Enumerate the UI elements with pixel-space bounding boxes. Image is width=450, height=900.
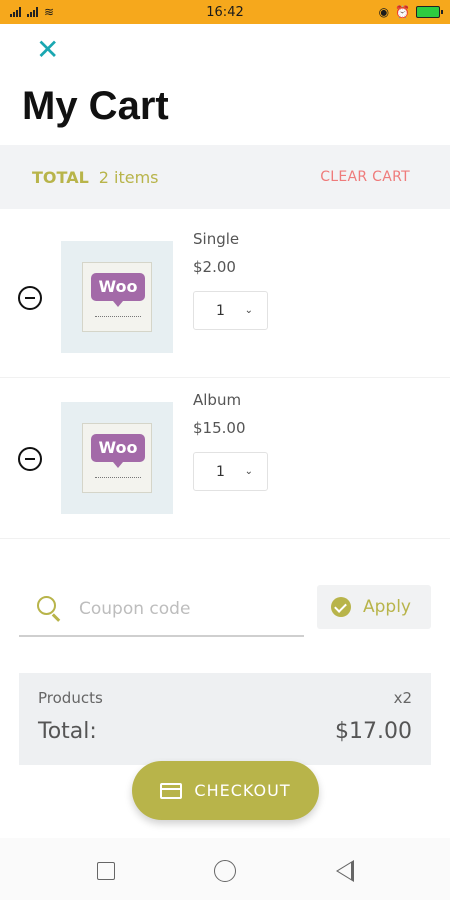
- woo-logo-image: Woo: [82, 262, 152, 332]
- total-label: Total:: [38, 719, 97, 744]
- status-right: ◉ ⏰: [378, 5, 443, 19]
- quantity-value: 1: [216, 463, 225, 480]
- recent-apps-icon[interactable]: [97, 862, 115, 880]
- quantity-value: 1: [216, 302, 225, 319]
- location-icon: ◉: [378, 5, 390, 19]
- total-label: TOTAL: [32, 167, 89, 187]
- woo-logo: Woo: [91, 434, 145, 468]
- items-count: 2 items: [98, 167, 159, 187]
- coupon-placeholder: Coupon code: [79, 599, 191, 619]
- product-thumbnail: Woo: [61, 402, 173, 514]
- status-left: ≋: [10, 5, 54, 19]
- page-title: My Cart: [22, 84, 169, 128]
- total-value: $17.00: [335, 719, 412, 744]
- products-count: x2: [393, 689, 412, 707]
- chevron-down-icon: ⌄: [244, 466, 253, 477]
- remove-item-icon[interactable]: [18, 286, 42, 310]
- clear-cart-button[interactable]: CLEAR CART: [320, 169, 410, 185]
- checkout-label: CHECKOUT: [194, 781, 291, 800]
- item-price: $2.00: [193, 258, 236, 276]
- signal-icon: [10, 7, 21, 17]
- back-icon[interactable]: [336, 860, 354, 882]
- woo-logo: Woo: [91, 273, 145, 307]
- signal-icon-2: [27, 7, 38, 17]
- search-icon: [37, 596, 63, 622]
- battery-icon: [416, 6, 443, 18]
- item-name: Single: [193, 230, 240, 248]
- cart-item: Woo Single $2.00 1 ⌄: [0, 216, 450, 378]
- product-thumbnail: Woo: [61, 241, 173, 353]
- quantity-select[interactable]: 1 ⌄: [193, 452, 268, 491]
- quantity-select[interactable]: 1 ⌄: [193, 291, 268, 330]
- verified-badge-icon: [331, 597, 351, 617]
- cart-item: Woo Album $15.00 1 ⌄: [0, 377, 450, 539]
- credit-card-icon: [160, 782, 183, 799]
- checkout-button[interactable]: CHECKOUT: [132, 761, 319, 820]
- order-summary: Products x2 Total: $17.00: [19, 673, 431, 765]
- woo-logo-image: Woo: [82, 423, 152, 493]
- products-row: Products x2: [38, 689, 412, 707]
- cart-total-bar: TOTAL 2 items CLEAR CART: [0, 145, 450, 209]
- chevron-down-icon: ⌄: [244, 305, 253, 316]
- item-name: Album: [193, 391, 242, 409]
- signature-line: [95, 477, 141, 478]
- alarm-icon: ⏰: [395, 5, 410, 19]
- total-row: Total: $17.00: [38, 719, 412, 744]
- apply-coupon-button[interactable]: Apply: [317, 585, 431, 629]
- coupon-row: Coupon code Apply: [19, 583, 431, 639]
- status-bar: ≋ 16:42 ◉ ⏰: [0, 0, 450, 24]
- apply-label: Apply: [363, 597, 411, 617]
- signature-line: [95, 316, 141, 317]
- system-nav-bar: [0, 838, 450, 900]
- remove-item-icon[interactable]: [18, 447, 42, 471]
- coupon-input[interactable]: Coupon code: [19, 583, 304, 637]
- home-icon[interactable]: [214, 860, 236, 882]
- wifi-icon: ≋: [44, 5, 55, 19]
- products-label: Products: [38, 689, 103, 707]
- item-price: $15.00: [193, 419, 246, 437]
- close-icon[interactable]: ✕: [36, 36, 64, 64]
- status-time: 16:42: [206, 4, 244, 20]
